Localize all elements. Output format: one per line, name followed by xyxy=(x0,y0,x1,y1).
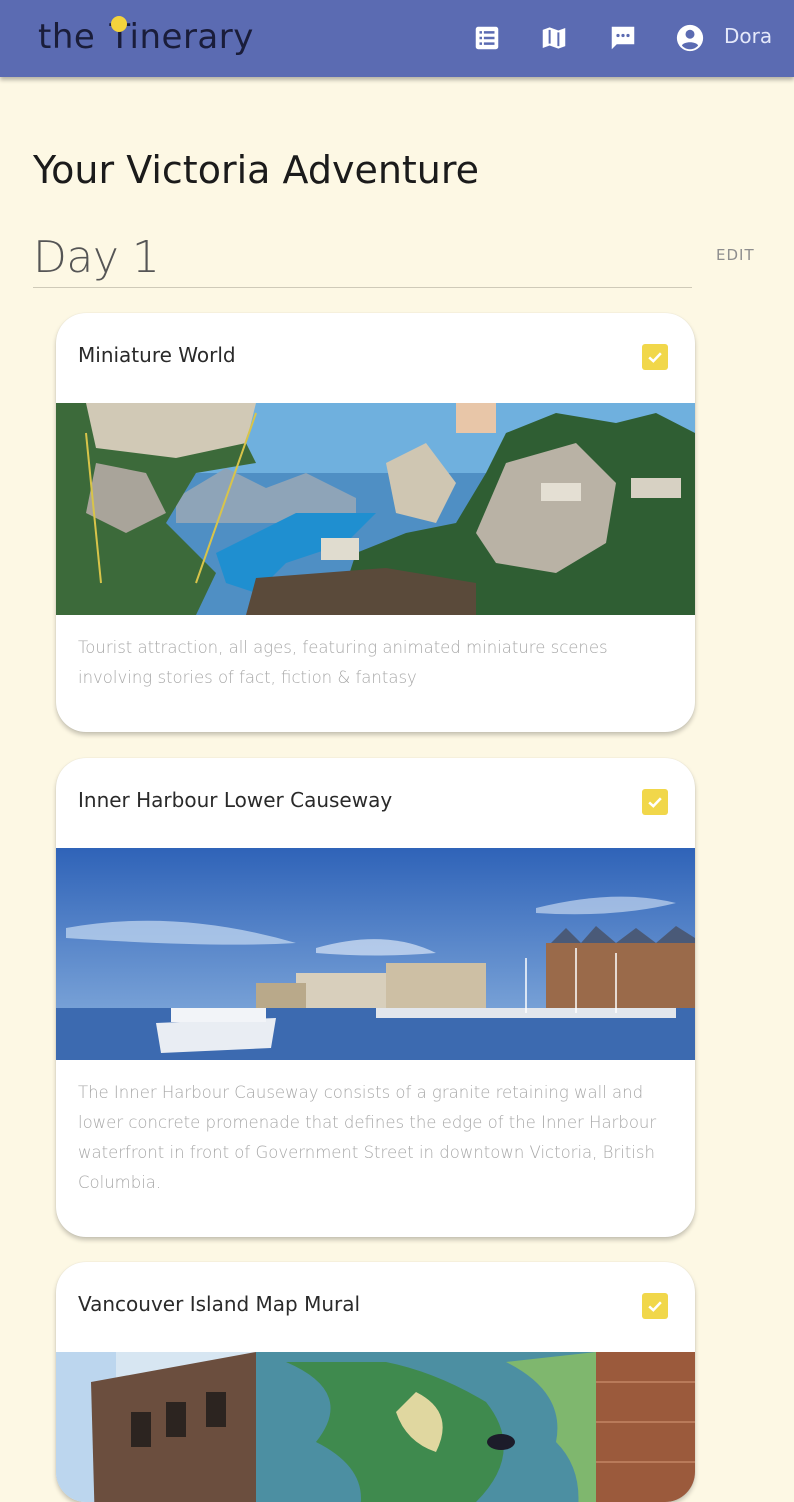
chat-icon xyxy=(611,26,635,50)
activity-card[interactable]: Miniature World Tourist attraction, all … xyxy=(56,313,695,732)
account-button[interactable] xyxy=(674,22,706,54)
day-title: Day 1 xyxy=(33,232,160,283)
logo-dot xyxy=(111,16,127,32)
map-mural-image xyxy=(56,1352,695,1502)
account-icon xyxy=(676,24,704,52)
app-bar: the Tinerary Dora xyxy=(0,0,794,77)
activity-title: Vancouver Island Map Mural xyxy=(78,1292,361,1316)
app-logo[interactable]: the Tinerary xyxy=(38,12,254,62)
check-icon xyxy=(648,797,662,808)
activity-card[interactable]: Inner Harbour Lower Causeway The Inner H… xyxy=(56,758,695,1237)
activity-image xyxy=(56,1352,695,1502)
activity-description: Tourist attraction, all ages, featuring … xyxy=(78,638,608,687)
itinerary-list-button[interactable] xyxy=(471,22,503,54)
check-icon xyxy=(648,352,662,363)
activity-checkbox[interactable] xyxy=(642,344,668,370)
page-title: Your Victoria Adventure xyxy=(33,148,480,192)
harbour-panorama-image xyxy=(56,848,695,1060)
logo-text-right: Tinerary xyxy=(109,17,254,57)
activity-title: Inner Harbour Lower Causeway xyxy=(78,788,393,812)
activity-checkbox[interactable] xyxy=(642,789,668,815)
list-icon xyxy=(475,26,499,50)
map-button[interactable] xyxy=(538,22,570,54)
map-icon xyxy=(542,27,566,49)
activity-checkbox[interactable] xyxy=(642,1293,668,1319)
activity-image xyxy=(56,848,695,1060)
edit-day-button[interactable]: EDIT xyxy=(716,246,755,264)
user-name[interactable]: Dora xyxy=(724,24,772,48)
miniature-diorama-image xyxy=(56,403,695,615)
messages-button[interactable] xyxy=(607,22,639,54)
logo-text-left: the xyxy=(38,17,96,57)
activity-image xyxy=(56,403,695,615)
day-divider xyxy=(33,287,692,288)
activity-card[interactable]: Vancouver Island Map Mural xyxy=(56,1262,695,1502)
activity-title: Miniature World xyxy=(78,343,236,367)
check-icon xyxy=(648,1301,662,1312)
activity-description: The Inner Harbour Causeway consists of a… xyxy=(78,1083,657,1192)
